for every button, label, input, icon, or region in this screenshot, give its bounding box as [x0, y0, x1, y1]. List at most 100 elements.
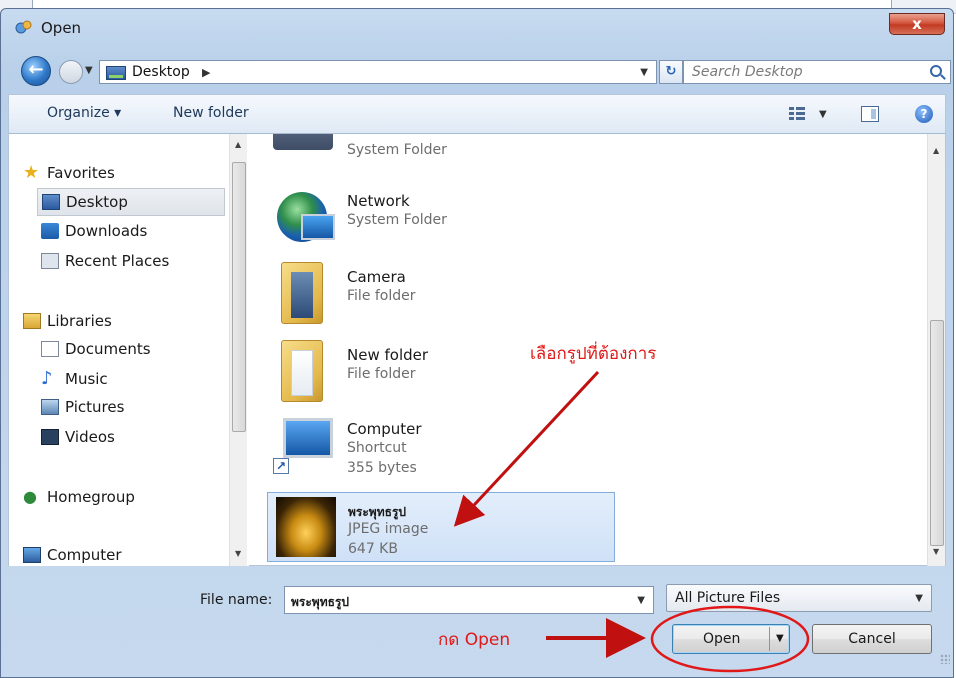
open-button[interactable]: Open ▼ [672, 624, 790, 654]
sidebar-item-label: Videos [65, 428, 115, 446]
sidebar-item-computer[interactable]: Computer [19, 542, 225, 566]
sidebar-item-label: Pictures [65, 398, 125, 416]
search-box[interactable]: Search Desktop [683, 60, 951, 84]
navigation-bar: ← ▼ Desktop ▶ ▼ ↻ Search Desktop [1, 49, 953, 89]
file-item-buddha-image[interactable]: พระพุทธรูป JPEG image 647 KB [267, 492, 615, 562]
sidebar-item-downloads[interactable]: Downloads [37, 218, 225, 246]
sidebar-item-recent-places[interactable]: Recent Places [37, 248, 225, 276]
file-list-scrollbar[interactable]: ▲ ▼ [927, 134, 945, 566]
navigation-pane-scrollbar[interactable]: ▲ ▼ [229, 134, 247, 566]
dialog-footer: File name: พระพุทธรูป ▼ All Picture File… [0, 566, 956, 670]
desktop-icon [42, 194, 60, 210]
sidebar-item-label: Favorites [47, 164, 115, 182]
downloads-icon [41, 223, 59, 239]
search-icon[interactable] [930, 65, 942, 77]
navigation-pane: ★ Favorites Desktop Downloads Recent Pla… [9, 134, 249, 566]
refresh-icon: ↻ [665, 64, 677, 79]
back-button[interactable]: ← [21, 56, 51, 86]
sidebar-item-libraries[interactable]: Libraries [19, 308, 225, 336]
file-type-dropdown-icon[interactable]: ▼ [915, 593, 923, 604]
file-type: Shortcut [347, 440, 407, 456]
computer-monitor-icon [283, 418, 333, 458]
file-item-camera[interactable]: Camera File folder [267, 260, 615, 330]
scroll-up-icon[interactable]: ▲ [235, 140, 241, 149]
videos-icon [41, 429, 59, 445]
computer-icon [23, 547, 41, 563]
sidebar-item-label: Desktop [66, 193, 128, 211]
press-open-annotation: กด Open [438, 630, 511, 650]
file-type: File folder [347, 366, 416, 382]
resize-grip-icon[interactable] [940, 654, 950, 664]
address-bar[interactable]: Desktop ▶ ▼ [99, 60, 657, 84]
file-name: New folder [347, 346, 429, 364]
close-button[interactable]: x [889, 13, 945, 35]
sidebar-item-label: Recent Places [65, 252, 170, 270]
scroll-up-icon[interactable]: ▲ [933, 146, 939, 155]
organize-button[interactable]: Organize ▾ [47, 105, 121, 121]
app-icon [15, 20, 32, 34]
help-icon[interactable]: ? [915, 105, 933, 123]
sidebar-item-documents[interactable]: Documents [37, 336, 225, 364]
search-input[interactable]: Search Desktop [692, 64, 803, 80]
preview-pane-icon[interactable] [861, 106, 879, 122]
desktop-folder-icon [106, 66, 126, 80]
file-name: Computer [347, 420, 422, 438]
select-image-annotation: เลือกรูปที่ต้องการ [530, 344, 657, 364]
file-item-computer-shortcut[interactable]: ↗ Computer Shortcut 355 bytes [267, 412, 615, 482]
homegroup-icon: ● [23, 487, 37, 506]
cancel-button[interactable]: Cancel [812, 624, 932, 654]
recent-pages-dropdown-icon[interactable]: ▼ [85, 65, 93, 76]
scroll-down-icon[interactable]: ▼ [933, 547, 939, 556]
scroll-down-icon[interactable]: ▼ [235, 549, 241, 558]
file-type: File folder [347, 288, 416, 304]
file-name-dropdown-icon[interactable]: ▼ [637, 595, 645, 606]
file-name: พระพุทธรูป [348, 505, 407, 519]
title-bar[interactable]: Open x [1, 9, 953, 45]
view-options-dropdown-icon[interactable]: ▼ [819, 109, 827, 120]
sidebar-item-videos[interactable]: Videos [37, 424, 225, 452]
scrollbar-thumb[interactable] [930, 320, 944, 546]
back-arrow-icon: ← [28, 59, 44, 80]
sidebar-item-desktop[interactable]: Desktop [37, 188, 225, 216]
file-type: System Folder [347, 212, 447, 228]
address-path[interactable]: Desktop [132, 64, 190, 80]
browser-content: ★ Favorites Desktop Downloads Recent Pla… [8, 134, 946, 566]
file-name-field[interactable]: พระพุทธรูป ▼ [284, 586, 654, 614]
address-dropdown-icon[interactable]: ▼ [640, 67, 648, 78]
scrollbar-thumb[interactable] [232, 162, 246, 432]
file-size: 647 KB [348, 541, 398, 557]
sidebar-item-pictures[interactable]: Pictures [37, 394, 225, 422]
file-item-system-folder[interactable]: System Folder [267, 134, 615, 158]
recent-places-icon [41, 253, 59, 269]
refresh-button[interactable]: ↻ [659, 60, 683, 84]
forward-button[interactable] [59, 60, 83, 84]
sidebar-item-homegroup[interactable]: ● Homegroup [19, 484, 225, 512]
change-view-icon[interactable] [789, 106, 805, 122]
breadcrumb-arrow-icon[interactable]: ▶ [202, 66, 210, 79]
sidebar-item-label: Libraries [47, 312, 112, 330]
file-item-network[interactable]: Network System Folder [267, 184, 615, 254]
command-toolbar: Organize ▾ New folder ▼ ? [8, 94, 946, 134]
music-icon: ♪ [41, 368, 53, 389]
cancel-button-label: Cancel [848, 631, 896, 647]
sidebar-item-label: Music [65, 370, 108, 388]
file-name-value[interactable]: พระพุทธรูป [291, 593, 349, 612]
sidebar-item-label: Homegroup [47, 488, 135, 506]
shortcut-arrow-icon: ↗ [273, 458, 289, 474]
sidebar-item-favorites[interactable]: ★ Favorites [19, 160, 225, 188]
file-name: Network [347, 192, 410, 210]
open-button-label: Open [703, 631, 741, 647]
close-icon: x [912, 15, 922, 33]
sidebar-item-label: Computer [47, 546, 122, 564]
sidebar-item-music[interactable]: ♪ Music [37, 366, 225, 394]
star-icon: ★ [23, 162, 40, 183]
folder-paper-preview [291, 350, 313, 396]
file-type: JPEG image [348, 521, 429, 537]
new-folder-button[interactable]: New folder [173, 105, 249, 121]
file-type-select[interactable]: All Picture Files ▼ [666, 584, 932, 612]
image-thumbnail [276, 497, 336, 557]
open-options-dropdown-icon[interactable]: ▼ [776, 633, 784, 644]
libraries-icon [23, 313, 41, 329]
file-name-label: File name: [200, 592, 273, 608]
network-monitor-icon [301, 214, 335, 240]
